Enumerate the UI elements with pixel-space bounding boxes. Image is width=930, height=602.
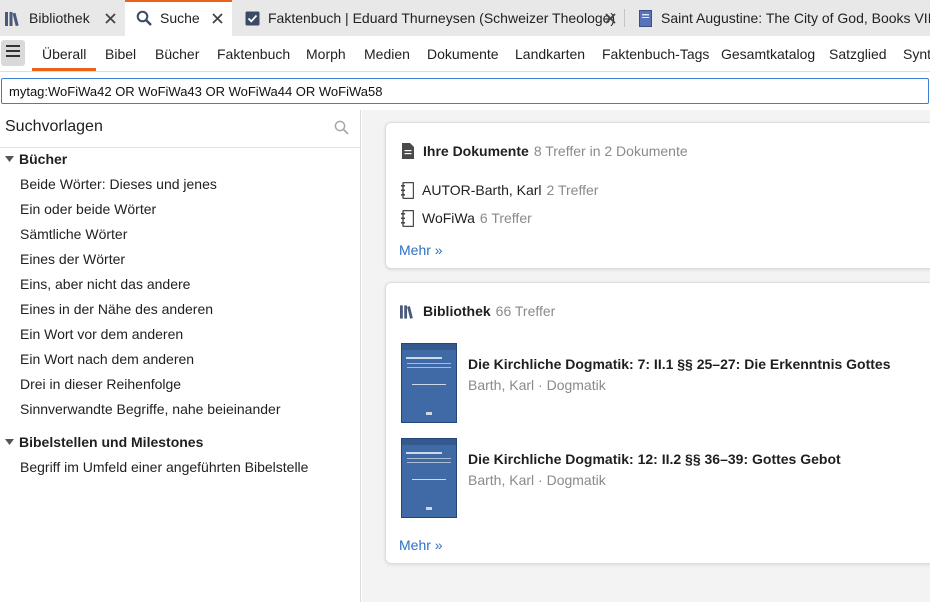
hamburger-icon bbox=[6, 44, 20, 62]
category-tab-faktenbuch[interactable]: Faktenbuch bbox=[217, 36, 290, 71]
library-title[interactable]: Bibliothek bbox=[423, 303, 491, 319]
document-row[interactable]: AUTOR-Barth, Karl 2 Treffer bbox=[400, 180, 598, 200]
search-input[interactable] bbox=[1, 78, 929, 104]
document-row[interactable]: WoFiWa 6 Treffer bbox=[400, 208, 532, 228]
category-tab-bibel[interactable]: Bibel bbox=[105, 36, 136, 71]
template-item[interactable]: Ein oder beide Wörter bbox=[20, 199, 156, 219]
library-count: 66 Treffer bbox=[495, 303, 556, 319]
category-tab-ueberall[interactable]: Überall bbox=[42, 36, 86, 71]
more-link[interactable]: Mehr » bbox=[399, 537, 443, 553]
document-hit-count: 2 Treffer bbox=[546, 182, 599, 198]
template-item[interactable]: Eines in der Nähe des anderen bbox=[20, 299, 213, 319]
more-link[interactable]: Mehr » bbox=[399, 242, 443, 258]
notebook-icon bbox=[400, 209, 414, 227]
documents-title[interactable]: Ihre Dokumente bbox=[423, 143, 529, 159]
template-item[interactable]: Drei in dieser Reihenfolge bbox=[20, 374, 181, 394]
caret-down-icon bbox=[4, 154, 14, 164]
documents-count: 8 Treffer in 2 Dokumente bbox=[533, 143, 688, 159]
template-item[interactable]: Sinnverwandte Begriffe, nahe beieinander bbox=[20, 399, 280, 419]
category-bar: Überall Bibel Bücher Faktenbuch Morph Me… bbox=[0, 36, 930, 72]
close-icon[interactable] bbox=[103, 11, 117, 25]
book-result[interactable]: Die Kirchliche Dogmatik: 12: II.2 §§ 36–… bbox=[401, 438, 930, 520]
group-buecher[interactable]: Bücher bbox=[4, 149, 67, 169]
close-icon[interactable] bbox=[603, 11, 617, 25]
book-title[interactable]: Die Kirchliche Dogmatik: 7: II.1 §§ 25–2… bbox=[468, 356, 890, 372]
library-icon bbox=[4, 9, 22, 27]
book-title[interactable]: Die Kirchliche Dogmatik: 12: II.2 §§ 36–… bbox=[468, 451, 841, 467]
close-icon[interactable] bbox=[210, 11, 224, 25]
library-icon bbox=[400, 302, 416, 320]
library-header: Bibliothek 66 Treffer bbox=[400, 301, 555, 321]
category-tab-medien[interactable]: Medien bbox=[364, 36, 410, 71]
category-tab-syntax[interactable]: Syntax bbox=[903, 36, 930, 71]
category-tab-morph[interactable]: Morph bbox=[306, 36, 346, 71]
book-cover bbox=[401, 343, 457, 423]
template-item[interactable]: Begriff im Umfeld einer angeführten Bibe… bbox=[20, 457, 308, 477]
document-icon bbox=[400, 142, 416, 160]
search-bar bbox=[0, 78, 930, 104]
book-result[interactable]: Die Kirchliche Dogmatik: 7: II.1 §§ 25–2… bbox=[401, 343, 930, 425]
active-category-indicator bbox=[32, 68, 96, 71]
factbook-icon bbox=[243, 9, 261, 27]
tab-bibliothek[interactable]: Bibliothek bbox=[0, 0, 125, 36]
template-item[interactable]: Eins, aber nicht das andere bbox=[20, 274, 190, 294]
search-templates-panel: Suchvorlagen Bücher Beide Wörter: Dieses… bbox=[0, 110, 361, 602]
tab-faktenbuch[interactable]: Faktenbuch | Eduard Thurneysen (Schweize… bbox=[232, 0, 625, 36]
panel-title: Suchvorlagen bbox=[5, 118, 103, 135]
panel-divider bbox=[0, 147, 360, 148]
category-tab-satzglied[interactable]: Satzglied bbox=[829, 36, 887, 71]
active-tab-indicator bbox=[125, 0, 232, 2]
document-hit-count: 6 Treffer bbox=[479, 210, 532, 226]
book-icon bbox=[636, 9, 654, 27]
template-item[interactable]: Beide Wörter: Dieses und jenes bbox=[20, 174, 217, 194]
template-item[interactable]: Ein Wort nach dem anderen bbox=[20, 349, 194, 369]
tab-suche[interactable]: Suche bbox=[125, 0, 232, 36]
group-bibelstellen[interactable]: Bibelstellen und Milestones bbox=[4, 432, 203, 452]
tab-label: Saint Augustine: The City of God, Books … bbox=[661, 10, 930, 26]
template-item[interactable]: Eines der Wörter bbox=[20, 249, 125, 269]
documents-card: Ihre Dokumente 8 Treffer in 2 Dokumente … bbox=[385, 122, 930, 269]
template-item[interactable]: Ein Wort vor dem anderen bbox=[20, 324, 183, 344]
group-label: Bücher bbox=[19, 151, 68, 167]
tab-label: Suche bbox=[160, 10, 200, 26]
notebook-icon bbox=[400, 181, 414, 199]
book-author: Barth, Karl · Dogmatik bbox=[468, 472, 606, 488]
category-tab-landkarten[interactable]: Landkarten bbox=[515, 36, 585, 71]
category-tab-dokumente[interactable]: Dokumente bbox=[427, 36, 499, 71]
book-author: Barth, Karl · Dogmatik bbox=[468, 377, 606, 393]
category-tab-buecher[interactable]: Bücher bbox=[155, 36, 199, 71]
search-icon bbox=[135, 9, 153, 27]
document-name: AUTOR-Barth, Karl bbox=[422, 182, 542, 198]
book-cover bbox=[401, 438, 457, 518]
tab-label: Faktenbuch | Eduard Thurneysen (Schweize… bbox=[268, 10, 616, 26]
library-card: Bibliothek 66 Treffer Die Kirchliche Dog… bbox=[385, 282, 930, 564]
template-item[interactable]: Sämtliche Wörter bbox=[20, 224, 127, 244]
results-area: Ihre Dokumente 8 Treffer in 2 Dokumente … bbox=[362, 110, 930, 602]
group-label: Bibelstellen und Milestones bbox=[19, 434, 204, 450]
caret-down-icon bbox=[4, 437, 14, 447]
documents-header: Ihre Dokumente 8 Treffer in 2 Dokumente bbox=[400, 141, 688, 161]
menu-button[interactable] bbox=[1, 40, 25, 66]
tab-label: Bibliothek bbox=[29, 10, 90, 26]
category-tab-faktenbuch-tags[interactable]: Faktenbuch-Tags bbox=[602, 36, 709, 71]
document-name: WoFiWa bbox=[422, 210, 475, 226]
category-tab-gesamtkatalog[interactable]: Gesamtkatalog bbox=[721, 36, 815, 71]
search-icon[interactable] bbox=[334, 120, 350, 136]
tab-augustine[interactable]: Saint Augustine: The City of God, Books … bbox=[625, 0, 930, 36]
tab-strip: Bibliothek Suche Faktenbuch | Eduard Thu… bbox=[0, 0, 930, 36]
